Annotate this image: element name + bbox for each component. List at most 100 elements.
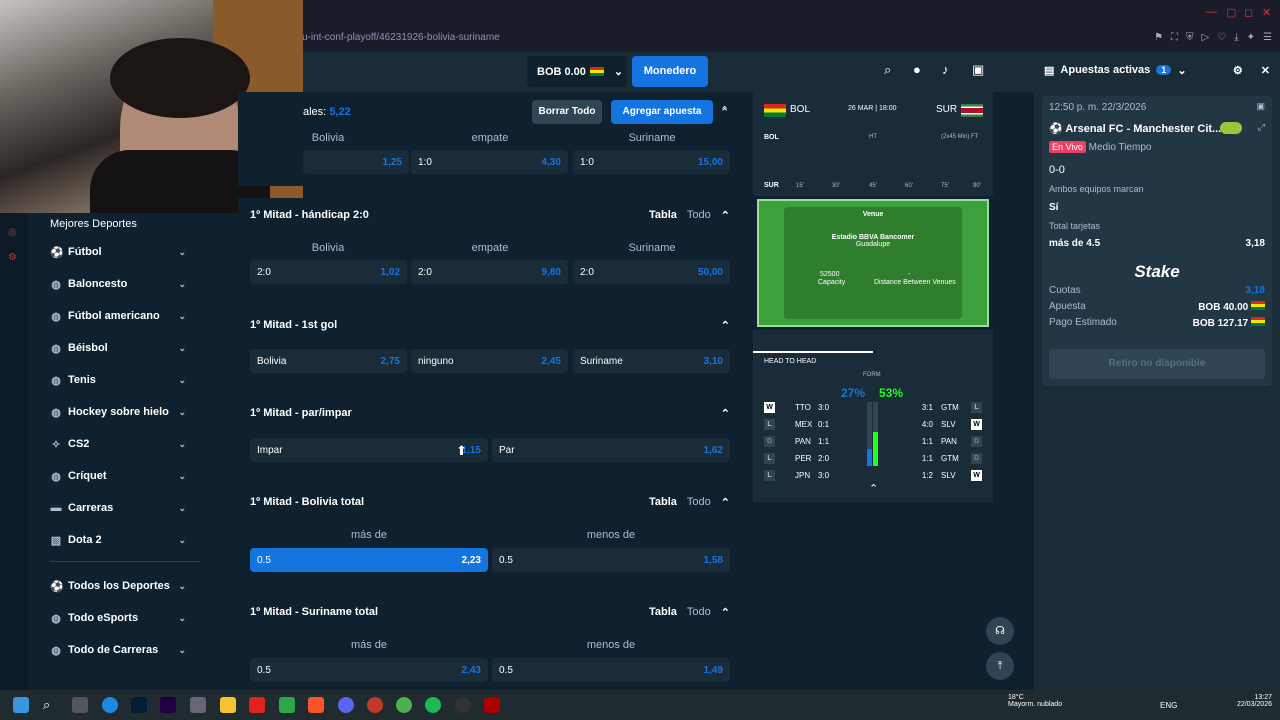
clock[interactable]: 13:27 22/03/2026 [1237, 694, 1272, 708]
todo-toggle[interactable]: Todo [687, 209, 711, 221]
chrome-icon[interactable] [396, 697, 412, 713]
maximize-icon[interactable]: ◻ [1244, 6, 1253, 19]
expand-icon[interactable]: ⤢ [1258, 122, 1265, 133]
live-stream-icon[interactable] [1220, 122, 1242, 134]
tabla-toggle[interactable]: Tabla [649, 496, 677, 508]
odds-button[interactable]: 0.5 2,43 [250, 658, 488, 682]
restore-icon[interactable]: ▢ [1226, 6, 1236, 19]
odds-button[interactable]: 1:0 15,00 [573, 150, 730, 174]
wallet-button[interactable]: Monedero [632, 56, 708, 87]
chevron-up-icon[interactable]: ⌃ [721, 606, 730, 619]
user-icon[interactable]: ● [913, 62, 921, 77]
folder-icon[interactable] [220, 697, 236, 713]
ai-icon[interactable]: ✦ [1247, 32, 1255, 43]
market-header[interactable]: 1º Mitad - par/impar ⌃ [238, 396, 742, 430]
add-bet-button[interactable]: Agregar apuesta [611, 100, 713, 124]
download-icon[interactable]: ⤓ [1234, 32, 1238, 43]
market-header[interactable]: 1º Mitad - Bolivia total Tabla Todo ⌃ [238, 485, 742, 519]
chevron-up-icon[interactable]: ⌃ [721, 209, 730, 222]
odds-button[interactable]: Par 1,62 [492, 438, 730, 462]
sidebar-item-futbol[interactable]: ⚽ Fútbol ⌄ [50, 242, 186, 262]
odds-button[interactable]: 0.5 1,58 [492, 548, 730, 572]
app-red-icon[interactable] [249, 697, 265, 713]
odds-button[interactable]: Impar 1,15 [250, 438, 488, 462]
odds-button[interactable]: Bolivia 2,75 [250, 349, 407, 373]
tabla-toggle[interactable]: Tabla [649, 606, 677, 618]
close-icon[interactable]: ✕ [1261, 64, 1270, 77]
chevron-up-icon[interactable]: ⌃ [721, 496, 730, 509]
sidebar-item-tenis[interactable]: ◍ Tenis ⌄ [50, 370, 186, 390]
odds-button[interactable]: Suriname 3,10 [573, 349, 730, 373]
odds-button[interactable]: 1,25 [303, 150, 409, 174]
premiere-icon[interactable] [160, 697, 176, 713]
calculator-icon[interactable] [190, 697, 206, 713]
heart-icon[interactable]: ♡ [1217, 32, 1226, 43]
market-header[interactable]: 1º Mitad - Suriname total Tabla Todo ⌃ [238, 595, 742, 629]
weather-widget[interactable]: 18°C Mayorm. nublado [1008, 694, 1062, 708]
discord-icon[interactable] [338, 697, 354, 713]
extension-icon[interactable]: ⚑ [1154, 32, 1163, 43]
chevron-up-icon[interactable]: ⌃ [869, 482, 878, 495]
edge-icon[interactable] [102, 697, 118, 713]
odds-button[interactable]: 2:0 50,00 [573, 260, 730, 284]
odds-button[interactable]: 0.5 1,49 [492, 658, 730, 682]
clear-all-button[interactable]: Borrar Todo [532, 100, 602, 124]
bell-icon[interactable]: ♪ [942, 62, 949, 77]
sidebar-item-hockey[interactable]: ◍ Hockey sobre hielo ⌄ [50, 402, 186, 422]
balance-selector[interactable]: BOB 0.00 ⌄ [527, 56, 627, 87]
sidebar-item-all-esports[interactable]: ◍ Todo eSports ⌄ [50, 608, 186, 628]
photoshop-icon[interactable] [131, 697, 147, 713]
address-bar[interactable]: u-int-conf-playoff/46231926-bolivia-suri… [302, 32, 500, 43]
scroll-top-icon[interactable]: ⤒ [986, 652, 1014, 680]
chevron-down-icon[interactable]: ⌄ [1177, 64, 1186, 77]
odds-button-selected[interactable]: 0.5 2,23 [250, 548, 488, 572]
obs-icon[interactable] [455, 697, 471, 713]
rail-icon-2[interactable]: ⚙ [8, 252, 28, 263]
sidebar-item-all-sports[interactable]: ⚽ Todos los Deportes ⌄ [50, 576, 186, 596]
gear-icon[interactable]: ⚙ [1233, 64, 1243, 77]
rail-icon-1[interactable]: ◎ [8, 227, 28, 238]
cashout-button[interactable]: Retiro no disponible [1049, 349, 1265, 379]
odds-button[interactable]: 2:0 9,80 [411, 260, 568, 284]
play-icon[interactable]: ▷ [1202, 32, 1210, 43]
sidebar-item-cs2[interactable]: ✧ CS2 ⌄ [50, 434, 186, 454]
sidebar-item-carreras[interactable]: ▬ Carreras ⌄ [50, 498, 187, 518]
minecraft-icon[interactable] [279, 697, 295, 713]
sidebar-item-futbol-americano[interactable]: ◍ Fútbol americano ⌄ [50, 306, 186, 326]
match-name[interactable]: ⚽ Arsenal FC - Manchester Cit... [1049, 122, 1221, 135]
chevron-up-icon[interactable]: ⌃ [721, 319, 730, 332]
sidebar-item-criquet[interactable]: ◍ Críquet ⌄ [50, 466, 186, 486]
search-icon[interactable]: ⌕ [43, 697, 59, 713]
todo-toggle[interactable]: Todo [687, 606, 711, 618]
tabla-toggle[interactable]: Tabla [649, 209, 677, 221]
sidebar-item-all-racing[interactable]: ◍ Todo de Carreras ⌄ [50, 640, 186, 660]
odds-button[interactable]: ninguno 2,45 [411, 349, 568, 373]
minimize-icon[interactable]: — [1206, 6, 1217, 18]
support-icon[interactable]: ☊ [986, 617, 1014, 645]
start-icon[interactable] [13, 697, 29, 713]
sidebar-item-beisbol[interactable]: ◍ Béisbol ⌄ [50, 338, 186, 358]
app-icon[interactable] [72, 697, 88, 713]
language-indicator[interactable]: ENG [1160, 701, 1177, 710]
betslip-title[interactable]: Apuestas activas [1060, 64, 1150, 76]
spotify-icon[interactable] [425, 697, 441, 713]
betslip-toggle-icon[interactable]: ▣ [972, 62, 984, 78]
screenshot-icon[interactable]: ⛶ [1171, 32, 1178, 43]
market-header[interactable]: 1º Mitad - hándicap 2:0 Tabla Todo ⌃ [238, 198, 742, 232]
odds-button[interactable]: 1:0 4,30 [411, 150, 568, 174]
todo-toggle[interactable]: Todo [687, 496, 711, 508]
chevron-up-icon[interactable]: ⌃ [721, 407, 730, 420]
brave-icon[interactable] [308, 697, 324, 713]
opera-icon[interactable] [367, 697, 383, 713]
chevron-up-icon[interactable]: ⌃ [720, 104, 729, 117]
close-icon[interactable]: ✕ [1262, 6, 1271, 19]
sidebar-item-baloncesto[interactable]: ◍ Baloncesto ⌄ [50, 274, 186, 294]
odds-button[interactable]: 2:0 1,02 [250, 260, 407, 284]
share-icon[interactable]: ▣ [1256, 101, 1265, 112]
menu-icon[interactable]: ☰ [1263, 32, 1272, 43]
voicemod-icon[interactable] [484, 697, 500, 713]
shield-icon[interactable]: ⛨ [1186, 32, 1194, 43]
search-icon[interactable]: ⌕ [884, 62, 891, 78]
market-header[interactable]: 1º Mitad - 1st gol ⌃ [238, 308, 742, 342]
sidebar-item-dota2[interactable]: ▧ Dota 2 ⌄ [50, 530, 186, 550]
